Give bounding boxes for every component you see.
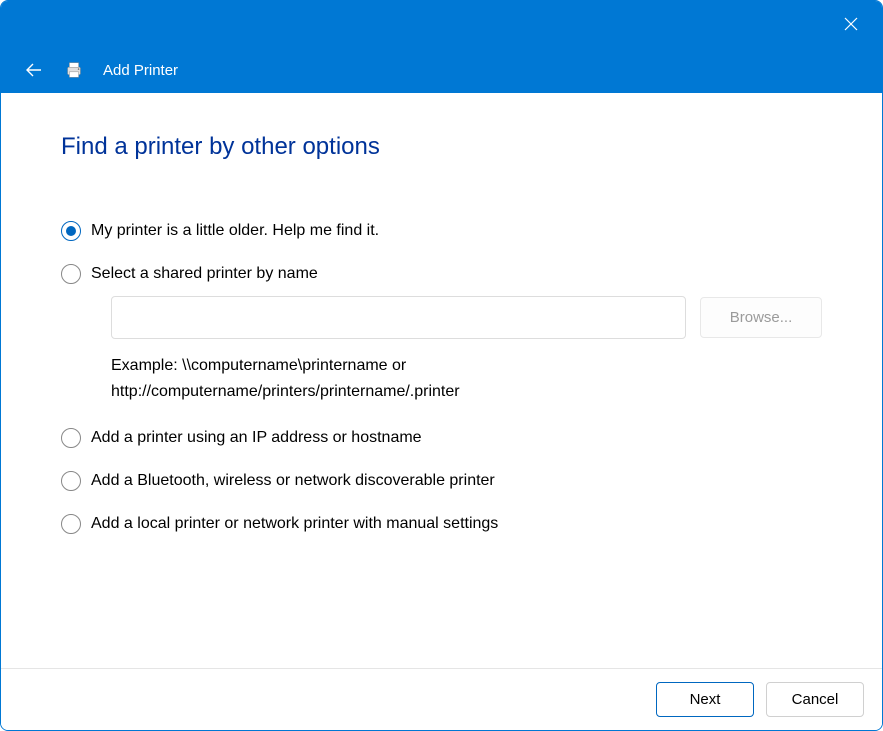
add-printer-wizard: Add Printer Find a printer by other opti… [0,0,883,731]
radio-icon [61,264,81,284]
radio-label: Add a local printer or network printer w… [91,515,498,533]
page-title: Find a printer by other options [61,133,822,161]
printer-options-group: My printer is a little older. Help me fi… [61,221,822,557]
radio-label: Add a printer using an IP address or hos… [91,429,422,447]
close-icon [844,17,858,31]
next-button[interactable]: Next [656,682,754,717]
radio-option-shared-printer[interactable]: Select a shared printer by name [61,264,822,284]
radio-label: Add a Bluetooth, wireless or network dis… [91,472,495,490]
radio-option-bluetooth-network[interactable]: Add a Bluetooth, wireless or network dis… [61,471,822,491]
printer-icon [63,59,85,81]
content-area: Find a printer by other options My print… [1,93,882,668]
radio-option-ip-hostname[interactable]: Add a printer using an IP address or hos… [61,428,822,448]
titlebar [1,1,882,47]
browse-button[interactable]: Browse... [700,297,822,338]
back-arrow-icon [25,61,43,79]
shared-printer-input-row: Browse... [111,296,822,339]
shared-printer-name-input[interactable] [111,296,686,339]
radio-icon [61,221,81,241]
back-button[interactable] [23,59,45,81]
radio-icon [61,471,81,491]
radio-label: Select a shared printer by name [91,265,318,283]
footer: Next Cancel [1,668,882,730]
header: Add Printer [1,47,882,93]
cancel-button[interactable]: Cancel [766,682,864,717]
example-text: Example: \\computername\printername or h… [111,353,611,404]
shared-printer-subsection: Browse... Example: \\computername\printe… [111,296,822,404]
header-title: Add Printer [103,62,178,79]
radio-icon [61,428,81,448]
radio-label: My printer is a little older. Help me fi… [91,222,379,240]
radio-icon [61,514,81,534]
close-button[interactable] [836,9,866,39]
radio-option-local-manual[interactable]: Add a local printer or network printer w… [61,514,822,534]
radio-option-older-printer[interactable]: My printer is a little older. Help me fi… [61,221,822,241]
